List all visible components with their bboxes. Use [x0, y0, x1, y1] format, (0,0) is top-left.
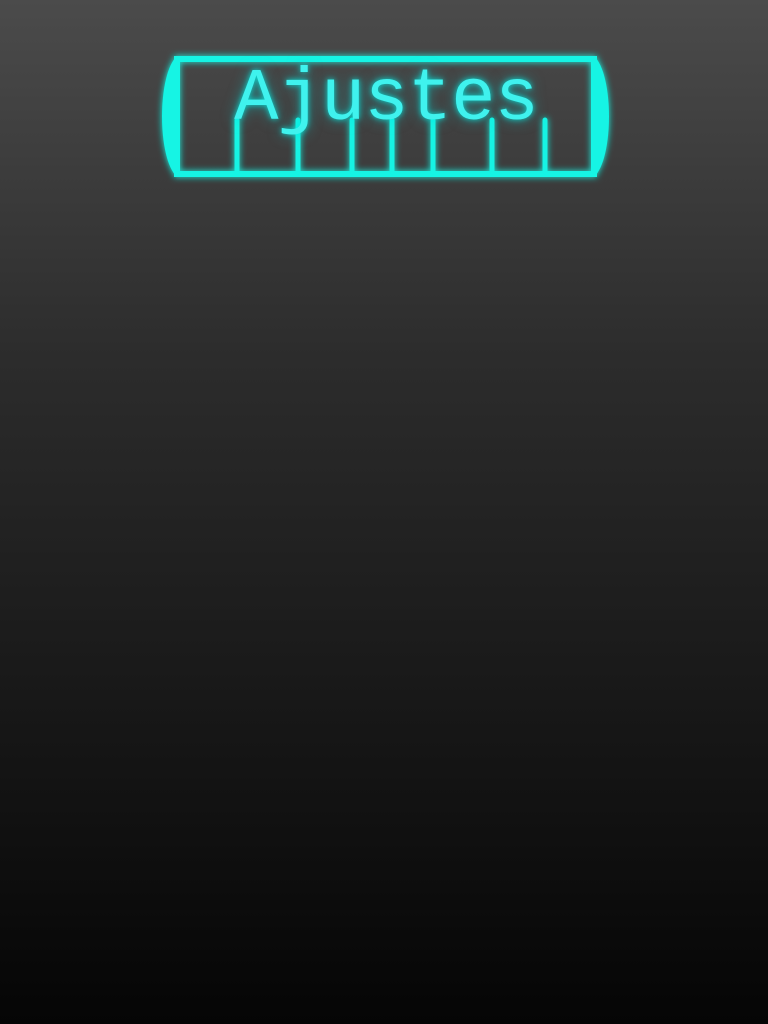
settings-title-banner[interactable]: Ajustes [153, 54, 618, 179]
settings-screen: Ajustes [0, 0, 768, 1024]
settings-title: Ajustes [234, 58, 539, 142]
